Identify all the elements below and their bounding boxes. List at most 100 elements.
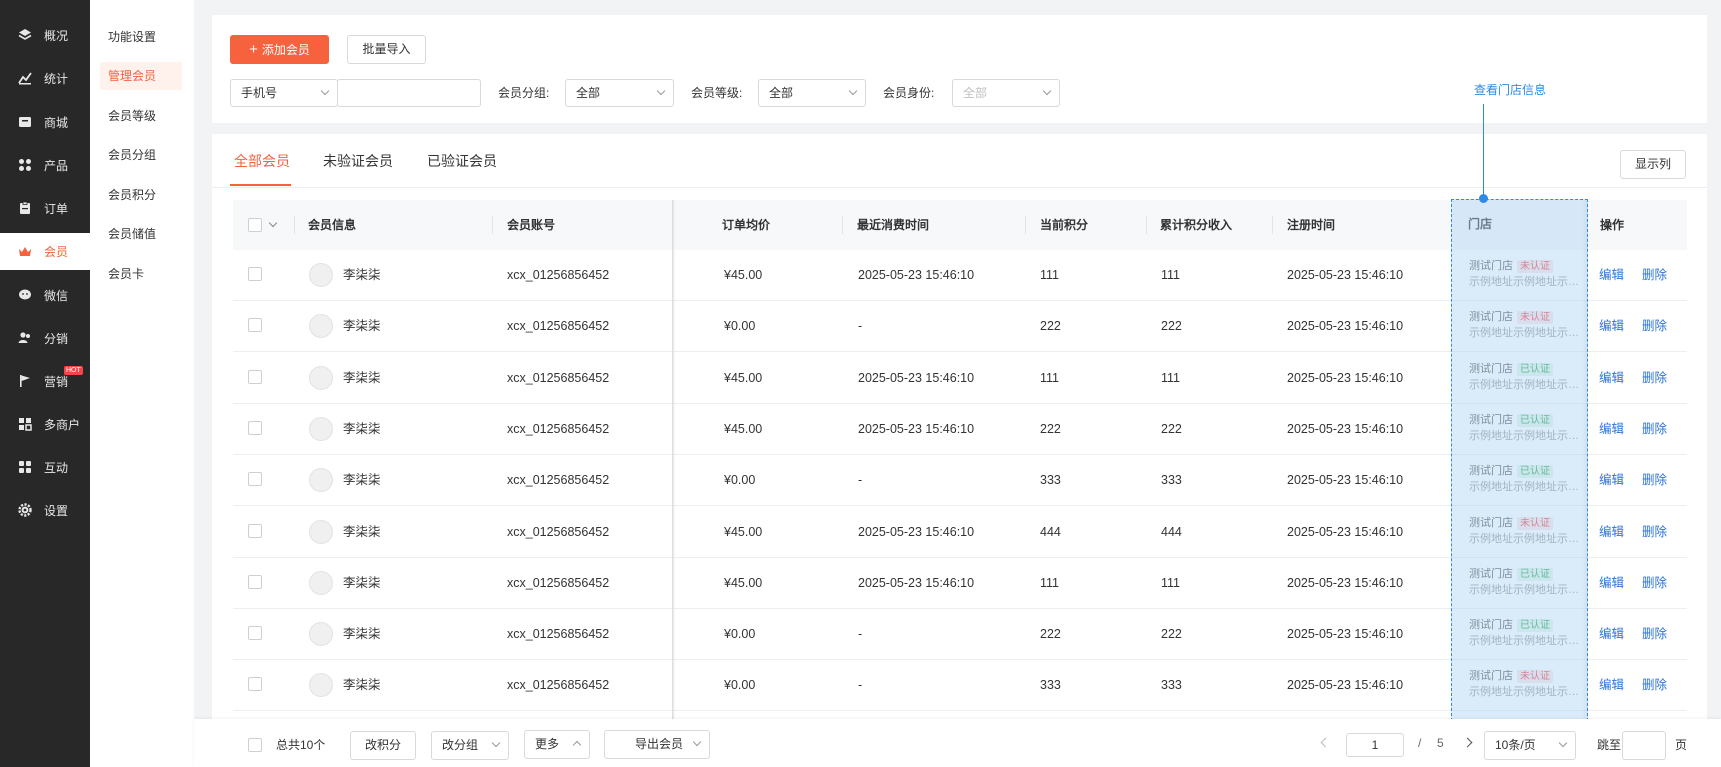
- row-checkbox[interactable]: [248, 369, 262, 384]
- delete-link[interactable]: 删除: [1642, 558, 1667, 609]
- apps-icon: [18, 460, 32, 474]
- column-divider: [1272, 216, 1273, 234]
- last-purchase-time: -: [858, 319, 863, 334]
- sidebar-item-overview[interactable]: 概况: [0, 17, 90, 53]
- hot-badge: HOT: [64, 366, 83, 375]
- delete-link[interactable]: 删除: [1642, 609, 1667, 660]
- tab-unverified-members[interactable]: 未验证会员: [323, 151, 393, 171]
- footer-select-all-checkbox[interactable]: [248, 738, 262, 752]
- member-account: xcx_01256856452: [507, 319, 610, 334]
- subnav-item-member-levels[interactable]: 会员等级: [100, 102, 182, 130]
- delete-link[interactable]: 删除: [1642, 507, 1667, 558]
- edit-link[interactable]: 编辑: [1599, 660, 1624, 711]
- tab-verified-members[interactable]: 已验证会员: [427, 151, 497, 171]
- row-checkbox[interactable]: [248, 267, 262, 281]
- chevron-down-icon[interactable]: [268, 218, 278, 228]
- total-count: 总共10个: [276, 738, 326, 752]
- sidebar-item-stats[interactable]: 统计: [0, 60, 90, 96]
- member-account: xcx_01256856452: [507, 524, 610, 539]
- member-account: xcx_01256856452: [507, 627, 610, 642]
- delete-link[interactable]: 删除: [1642, 301, 1667, 352]
- select-all-checkbox[interactable]: [248, 218, 262, 232]
- chevron-up-icon: [572, 740, 582, 750]
- sidebar-item-members[interactable]: 会员: [0, 233, 90, 270]
- avatar: [309, 365, 333, 390]
- sidebar-item-products[interactable]: 产品: [0, 147, 90, 183]
- change-group-select[interactable]: 改分组: [431, 731, 509, 760]
- total-points: 111: [1161, 575, 1181, 590]
- subnav-item-member-card[interactable]: 会员卡: [100, 260, 182, 288]
- register-time: 2025-05-23 15:46:10: [1287, 627, 1404, 642]
- tab-all-members[interactable]: 全部会员: [234, 151, 290, 171]
- edit-link[interactable]: 编辑: [1599, 250, 1624, 301]
- row-checkbox[interactable]: [248, 318, 262, 333]
- change-points-button[interactable]: 改积分: [350, 731, 416, 760]
- add-member-button[interactable]: + 添加会员: [230, 35, 329, 64]
- active-tab-indicator: [230, 184, 291, 186]
- chevron-down-icon: [656, 86, 666, 96]
- sidebar-item-label: 会员: [44, 245, 69, 259]
- identity-filter-select[interactable]: 全部: [952, 79, 1060, 107]
- level-filter-label: 会员等级:: [691, 86, 743, 100]
- subnav-item-member-groups[interactable]: 会员分组: [100, 141, 182, 169]
- page-input[interactable]: 1: [1346, 733, 1404, 757]
- avatar: [309, 263, 333, 287]
- row-checkbox[interactable]: [248, 472, 262, 487]
- header-member-info: 会员信息: [308, 218, 357, 232]
- delete-link[interactable]: 删除: [1642, 404, 1667, 455]
- chart-icon: [18, 71, 32, 85]
- edit-link[interactable]: 编辑: [1599, 353, 1624, 404]
- avg-order-value: ¥0.00: [724, 627, 756, 642]
- chevron-down-icon: [1558, 738, 1568, 748]
- edit-link[interactable]: 编辑: [1599, 301, 1624, 352]
- edit-link[interactable]: 编辑: [1599, 507, 1624, 558]
- subnav-item-member-points[interactable]: 会员积分: [100, 181, 182, 209]
- delete-link[interactable]: 删除: [1642, 250, 1667, 301]
- edit-link[interactable]: 编辑: [1599, 455, 1624, 506]
- subnav-item-function-settings[interactable]: 功能设置: [100, 23, 182, 51]
- batch-import-button[interactable]: 批量导入: [347, 35, 426, 64]
- delete-link[interactable]: 删除: [1642, 353, 1667, 404]
- header-register-time: 注册时间: [1287, 218, 1336, 232]
- sidebar-item-multi-merchant[interactable]: 多商户: [0, 406, 90, 442]
- show-columns-button[interactable]: 显示列: [1620, 150, 1686, 179]
- subnav-item-manage-members[interactable]: 管理会员: [100, 62, 182, 90]
- merchant-icon: [18, 417, 32, 431]
- row-checkbox[interactable]: [248, 626, 262, 641]
- avg-order-value: ¥45.00: [724, 575, 763, 590]
- member-name: 李柒柒: [343, 421, 381, 436]
- sidebar-item-interaction[interactable]: 互动: [0, 449, 90, 485]
- sidebar-item-distribution[interactable]: 分销: [0, 320, 90, 356]
- edit-link[interactable]: 编辑: [1599, 609, 1624, 660]
- delete-link[interactable]: 删除: [1642, 455, 1667, 506]
- header-avg-order: 订单均价: [722, 218, 771, 232]
- prev-page-icon[interactable]: [1320, 737, 1331, 748]
- sidebar-item-settings[interactable]: 设置: [0, 492, 90, 528]
- sidebar-item-marketing[interactable]: 营销 HOT: [0, 363, 90, 399]
- export-members-select[interactable]: 导出会员: [604, 730, 710, 759]
- level-filter-select[interactable]: 全部: [758, 79, 866, 107]
- more-actions-select[interactable]: 更多: [524, 730, 590, 759]
- delete-link[interactable]: 删除: [1642, 660, 1667, 711]
- sidebar-item-wechat[interactable]: 微信: [0, 277, 90, 313]
- row-checkbox[interactable]: [248, 420, 262, 435]
- register-time: 2025-05-23 15:46:10: [1287, 268, 1404, 282]
- subnav-item-member-balance[interactable]: 会员储值: [100, 220, 182, 248]
- row-checkbox[interactable]: [248, 677, 262, 692]
- group-filter-select[interactable]: 全部: [565, 79, 674, 107]
- sidebar-item-mall[interactable]: 商城: [0, 104, 90, 140]
- page-size-select[interactable]: 10条/页: [1484, 731, 1576, 760]
- search-input[interactable]: [337, 79, 481, 107]
- row-checkbox[interactable]: [248, 523, 262, 538]
- sidebar-item-orders[interactable]: 订单: [0, 190, 90, 226]
- edit-link[interactable]: 编辑: [1599, 404, 1624, 455]
- view-store-info-callout: 查看门店信息: [1474, 83, 1547, 97]
- edit-link[interactable]: 编辑: [1599, 558, 1624, 609]
- sidebar-item-label: 商城: [44, 115, 69, 130]
- total-points: 222: [1161, 421, 1182, 436]
- search-type-select[interactable]: 手机号: [230, 79, 338, 107]
- register-time: 2025-05-23 15:46:10: [1287, 319, 1404, 334]
- row-checkbox[interactable]: [248, 574, 262, 589]
- next-page-icon[interactable]: [1462, 737, 1473, 748]
- jump-page-input[interactable]: [1622, 731, 1666, 760]
